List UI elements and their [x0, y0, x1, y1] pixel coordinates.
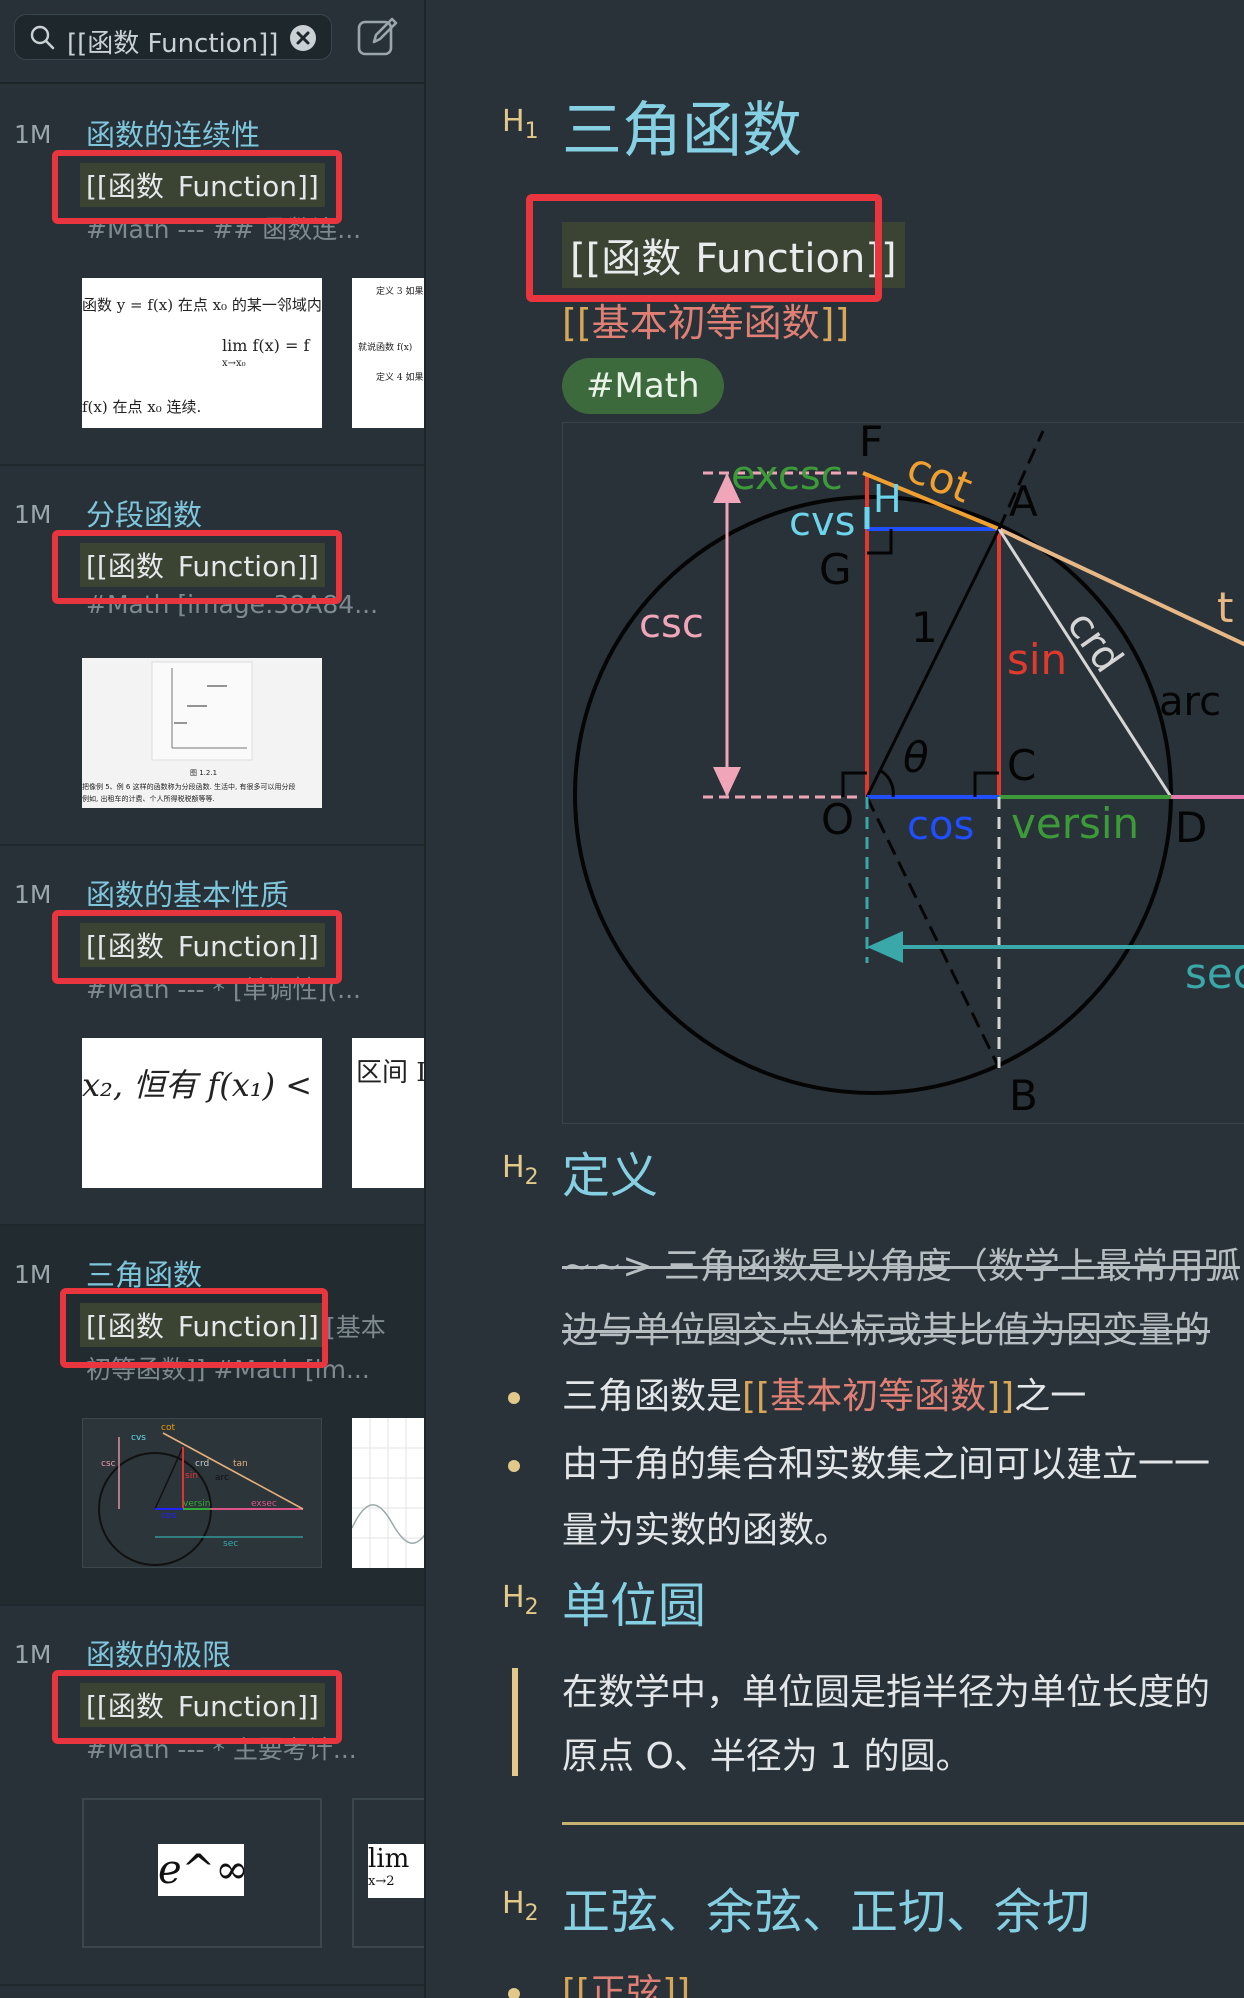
- note-list-item-selected[interactable]: 1M 三角函数 [[函数 Function]] [基本 初等函数]] #Math …: [0, 1226, 424, 1606]
- bullet-text: [[正弦]]: [562, 1960, 690, 1998]
- heading-level-marker: H2: [502, 1150, 539, 1190]
- note-list-item[interactable]: 1M 函数的基本性质 [[函数 Function]] #Math --- * [单…: [0, 846, 424, 1226]
- note-thumbnail: 函数 y = f(x) 在点 x₀ 的某一邻域内 lim f(x) = f x→…: [82, 278, 322, 428]
- note-time: 1M: [14, 1260, 52, 1289]
- heading-level-marker: H2: [502, 1886, 539, 1926]
- note-thumbnail-2: [352, 1418, 424, 1568]
- note-title: 函数的极限: [86, 1638, 232, 1672]
- bullet-text-continued: 量为实数的函数。: [562, 1510, 851, 1551]
- highlight-box: [52, 1670, 342, 1744]
- wikilink-elementary-functions[interactable]: [[基本初等函数]]: [562, 292, 849, 347]
- tag-math[interactable]: #Math: [562, 358, 724, 414]
- note-title-heading: 三角函数: [562, 96, 802, 166]
- horizontal-rule: [562, 1822, 1244, 1825]
- note-list-item[interactable]: 1M 函数的连续性 [[函数 Function]] #Math --- ## 函数…: [0, 86, 424, 466]
- strikethrough-text: ~~> 三角函数是以角度（数学上最常用弧: [562, 1246, 1240, 1287]
- clear-search-icon[interactable]: [289, 24, 317, 52]
- section-heading-sine-cosine: 正弦、余弦、正切、余切: [562, 1884, 1091, 1940]
- search-query-text: [[函数 Function]]: [67, 29, 279, 59]
- note-title: 分段函数: [86, 498, 203, 532]
- note-time: 1M: [14, 120, 52, 149]
- note-title: 函数的连续性: [86, 118, 261, 152]
- bullet-text: 由于角的集合和实数集之间可以建立一一: [562, 1444, 1211, 1485]
- note-thumbnail: cvs cot csc sin crd arc versin cos exsec…: [82, 1418, 322, 1568]
- search-bar: [[函数 Function]]: [0, 0, 424, 84]
- note-time: 1M: [14, 880, 52, 909]
- note-snippet: [基本: [326, 1313, 386, 1342]
- app-window: [[函数 Function]] 1M 函数的连续性 [[函数 Function]]…: [0, 0, 1244, 1998]
- bullet-marker: [508, 1392, 520, 1404]
- strikethrough-text: 边与单位圆交点坐标或其比值为因变量的: [562, 1310, 1211, 1351]
- section-heading-definition: 定义: [562, 1148, 659, 1204]
- blockquote-text: 原点 O、半径为 1 的圆。: [562, 1736, 972, 1777]
- note-thumbnail-2: 定义 3 如果 就说函数 f(x) 定义 4 如果: [352, 278, 424, 428]
- section-heading-unit-circle: 单位圆: [562, 1578, 707, 1634]
- highlight-box: [52, 150, 342, 224]
- wikilink-sine[interactable]: 正弦: [590, 1972, 662, 1998]
- note-title: 函数的基本性质: [86, 878, 290, 912]
- unit-circle-diagram: F A H G O C D B cot excsc cvs csc 1 θ si…: [562, 417, 1244, 1124]
- highlight-box: [52, 910, 342, 984]
- note-list-item[interactable]: 1M 分段函数 [[函数 Function]] #Math [image:38A8…: [0, 466, 424, 846]
- highlight-box: [526, 194, 882, 302]
- note-thumbnail: x₂, 恒有 f(x₁) <: [82, 1038, 322, 1188]
- bullet-text: 三角函数是[[基本初等函数]]之一: [562, 1376, 1087, 1417]
- search-icon: [30, 25, 55, 50]
- bullet-marker: [508, 1460, 520, 1472]
- new-note-icon[interactable]: [356, 14, 400, 58]
- highlight-box: [60, 1288, 328, 1368]
- note-list-item[interactable]: 1M 函数的极限 [[函数 Function]] #Math --- * 主要考计…: [0, 1606, 424, 1986]
- note-thumbnail-2: 区间 I: [352, 1038, 424, 1188]
- note-thumbnail: e^∞: [82, 1798, 322, 1948]
- heading-level-marker: H2: [502, 1580, 539, 1620]
- blockquote-bar: [512, 1668, 518, 1776]
- search-input[interactable]: [[函数 Function]]: [14, 14, 332, 60]
- note-list-sidebar: [[函数 Function]] 1M 函数的连续性 [[函数 Function]]…: [0, 0, 426, 1998]
- note-time: 1M: [14, 500, 52, 529]
- highlight-box: [52, 530, 342, 604]
- bullet-marker: [508, 1988, 520, 1998]
- blockquote-text: 在数学中，单位圆是指半径为单位长度的: [562, 1672, 1211, 1713]
- note-thumbnail-2: lim x→2: [352, 1798, 424, 1948]
- note-time: 1M: [14, 1640, 52, 1669]
- note-thumbnail: 图 1.2.1 把像例 5、例 6 这样的函数称为分段函数. 生活中, 有很多可…: [82, 658, 322, 808]
- wikilink-elementary-functions-inline[interactable]: 基本初等函数: [770, 1376, 986, 1417]
- heading-level-marker: H1: [502, 104, 539, 144]
- note-editor[interactable]: H1 三角函数 [[函数Function]] [[基本初等函数]] #Math: [428, 0, 1244, 1998]
